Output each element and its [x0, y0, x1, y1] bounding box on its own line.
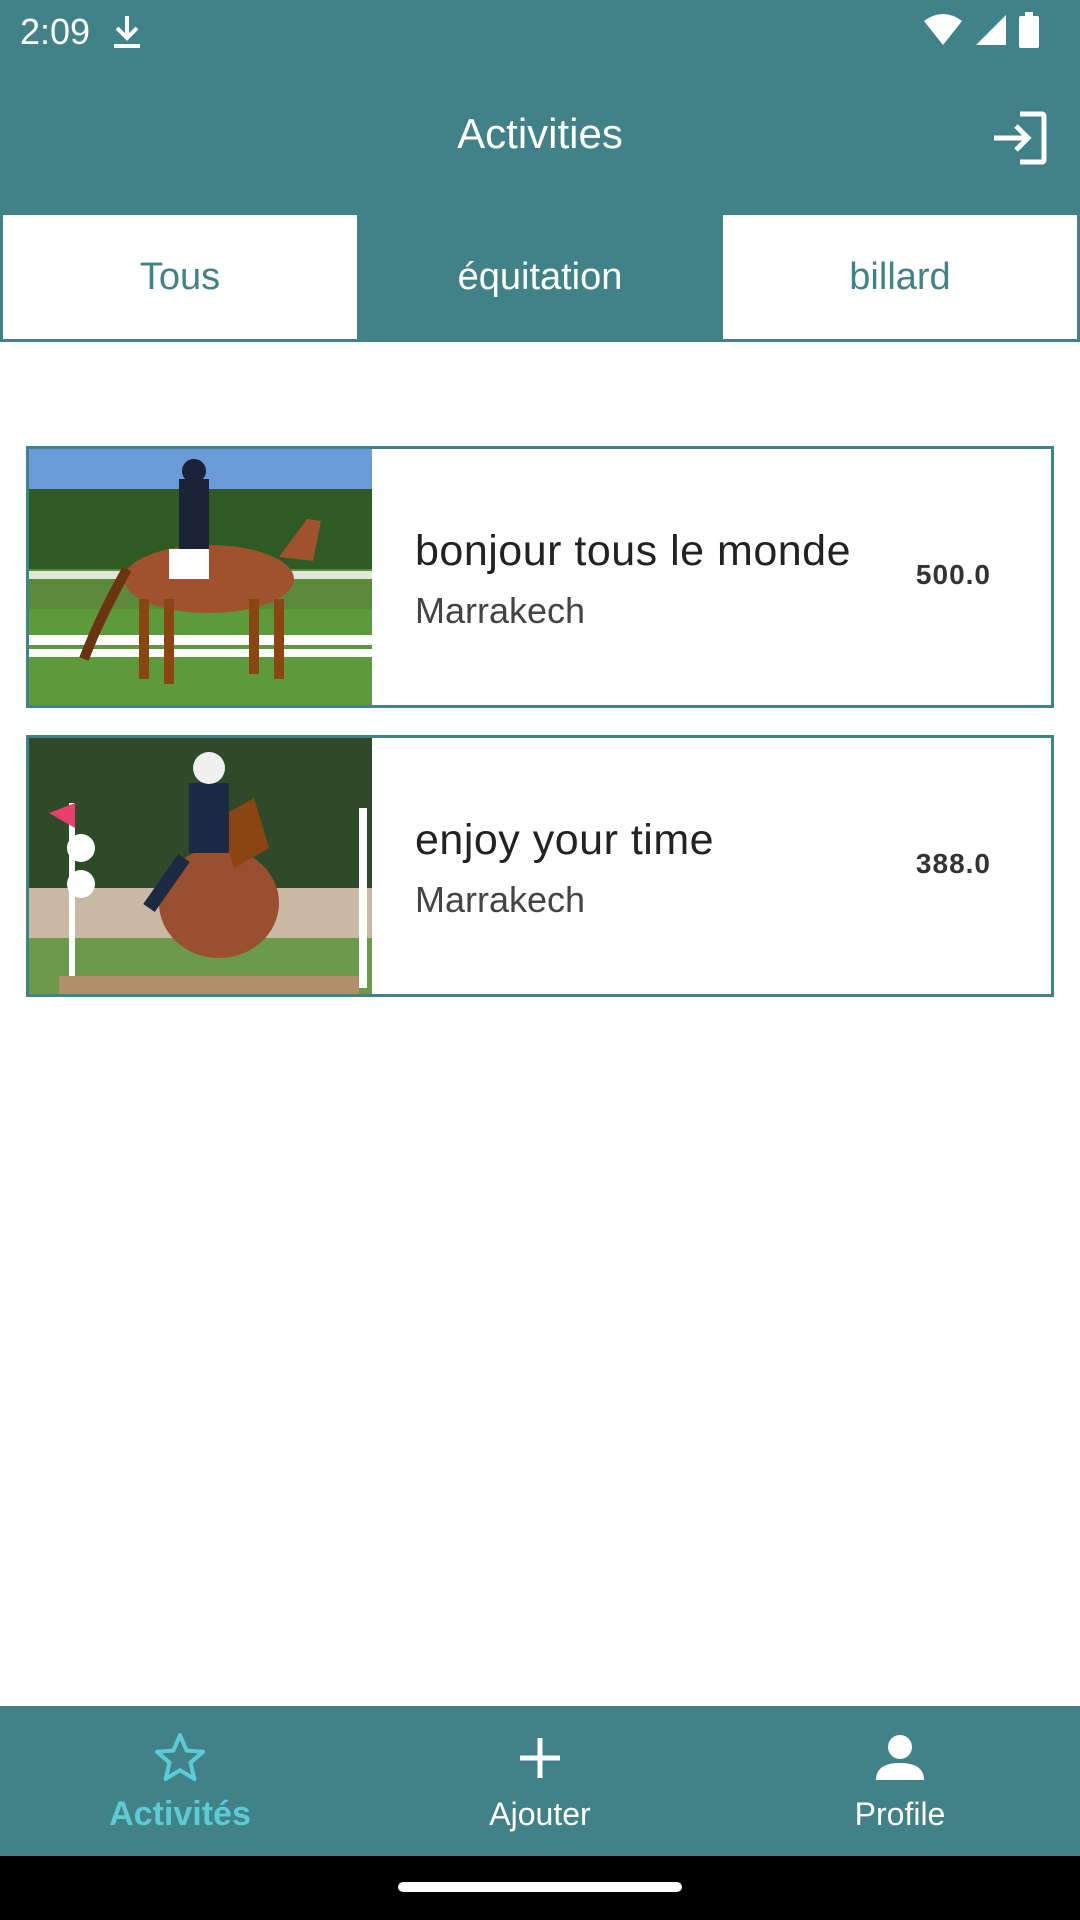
login-icon [994, 111, 1047, 165]
activity-title: bonjour tous le monde [415, 527, 852, 575]
status-time: 2:09 [20, 11, 91, 52]
wifi-icon [922, 13, 964, 52]
nav-activites[interactable]: Activités [0, 1706, 360, 1856]
page-title: Activities [457, 110, 623, 157]
nav-label: Profile [854, 1796, 946, 1832]
activity-location: Marrakech [415, 879, 586, 920]
tab-equitation[interactable]: équitation [360, 212, 720, 342]
download-icon [110, 12, 144, 57]
activity-location: Marrakech [415, 590, 586, 631]
activity-price: 388.0 [915, 848, 991, 879]
star-icon [155, 1733, 205, 1781]
activity-title: enjoy your time [415, 816, 715, 864]
screen: 2:09 Activities Tous équitation billard … [0, 0, 1080, 1920]
status-icons [922, 12, 1040, 53]
nav-label: Activités [109, 1795, 251, 1833]
tab-tous[interactable]: Tous [0, 212, 360, 342]
nav-profile[interactable]: Profile [720, 1706, 1080, 1856]
status-bar: 2:09 [0, 0, 1080, 64]
activity-card[interactable]: enjoy your time Marrakech 388.0 [26, 735, 1054, 997]
bottom-navigation: Activités Ajouter Profile [0, 1706, 1080, 1856]
nav-label: Ajouter [489, 1796, 591, 1832]
app-bar: Activities [0, 64, 1080, 212]
system-navigation-bar [0, 1856, 1080, 1920]
home-indicator[interactable] [398, 1882, 682, 1892]
tab-billard[interactable]: billard [720, 212, 1080, 342]
nav-ajouter[interactable]: Ajouter [360, 1706, 720, 1856]
signal-icon [974, 13, 1008, 52]
activity-image [29, 449, 372, 705]
battery-icon [1018, 12, 1040, 53]
category-tabs: Tous équitation billard [0, 212, 1080, 342]
plus-icon [520, 1738, 560, 1778]
activity-card[interactable]: bonjour tous le monde Marrakech 500.0 [26, 446, 1054, 708]
activity-price: 500.0 [915, 559, 991, 590]
login-button[interactable] [990, 108, 1050, 168]
activity-image [29, 738, 372, 994]
person-icon [876, 1735, 924, 1780]
